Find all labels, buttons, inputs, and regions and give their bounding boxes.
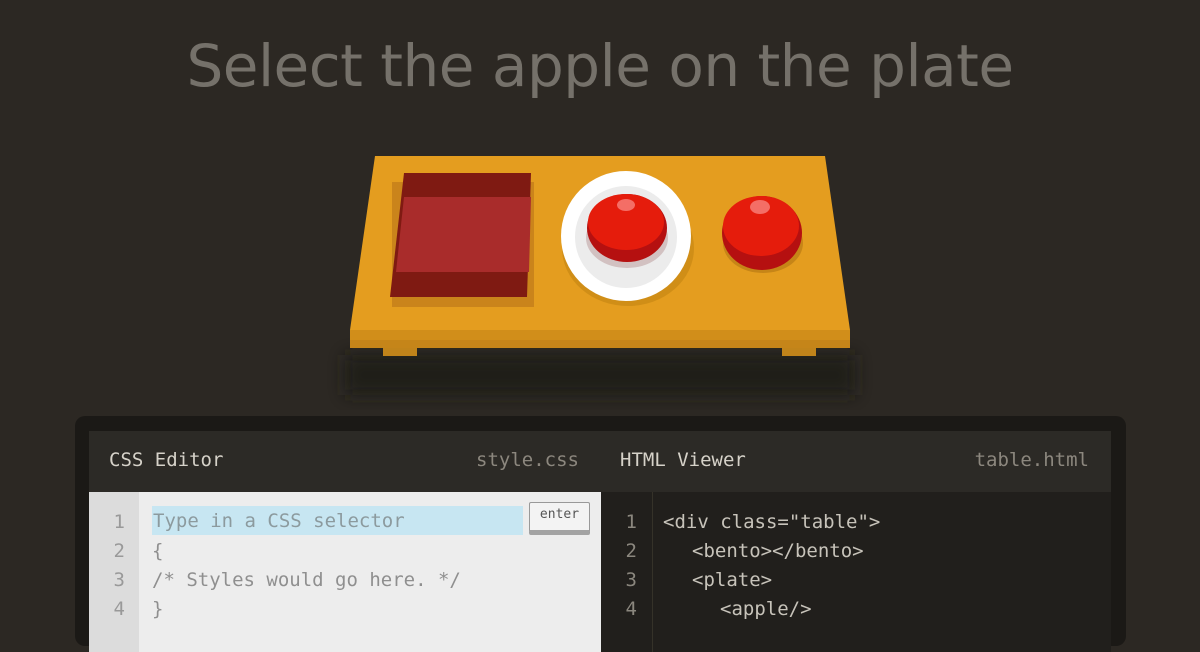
html-viewer-panel: HTML Viewer table.html 1 2 3 4 <div clas… bbox=[601, 431, 1111, 652]
bento-icon[interactable] bbox=[390, 173, 534, 307]
html-code-line[interactable]: <apple/> bbox=[720, 598, 812, 620]
css-line-number: 3 bbox=[113, 569, 125, 591]
css-line-number: 2 bbox=[113, 540, 125, 562]
html-code-line[interactable]: <div class="table"> bbox=[663, 511, 880, 533]
css-code-line: } bbox=[152, 598, 164, 620]
html-line-number: 2 bbox=[625, 540, 637, 562]
html-line-number: 4 bbox=[625, 598, 637, 620]
html-line-gutter: 1 2 3 4 bbox=[601, 492, 653, 652]
css-editor-body: 1 2 3 4 enter { /* Styles would go here.… bbox=[89, 492, 601, 652]
game-table-scene bbox=[345, 156, 855, 395]
html-code-line[interactable]: <plate> bbox=[692, 569, 772, 591]
css-editor-panel: CSS Editor style.css 1 2 3 4 enter { /* … bbox=[89, 431, 601, 652]
enter-button[interactable]: enter bbox=[529, 502, 590, 535]
css-editor-title: CSS Editor bbox=[109, 449, 224, 471]
css-selector-input[interactable] bbox=[152, 506, 523, 535]
css-code-line: { bbox=[152, 540, 164, 562]
html-viewer-body: 1 2 3 4 <div class="table"> <bento></ben… bbox=[601, 492, 1111, 652]
html-viewer-title: HTML Viewer bbox=[620, 449, 746, 471]
html-viewer-header: HTML Viewer table.html bbox=[601, 431, 1111, 491]
css-line-number: 1 bbox=[113, 511, 125, 533]
apple-on-plate-icon[interactable] bbox=[586, 194, 668, 268]
html-viewer-filename: table.html bbox=[974, 449, 1089, 471]
css-line-number: 4 bbox=[113, 598, 125, 620]
css-line-gutter: 1 2 3 4 bbox=[89, 492, 139, 652]
css-code-line: /* Styles would go here. */ bbox=[152, 569, 461, 591]
html-line-number: 3 bbox=[625, 569, 637, 591]
apple-icon[interactable] bbox=[722, 196, 803, 273]
html-line-number: 1 bbox=[625, 511, 637, 533]
css-editor-header: CSS Editor style.css bbox=[89, 431, 601, 491]
html-code-line[interactable]: <bento></bento> bbox=[692, 540, 864, 562]
css-editor-filename: style.css bbox=[476, 449, 579, 471]
